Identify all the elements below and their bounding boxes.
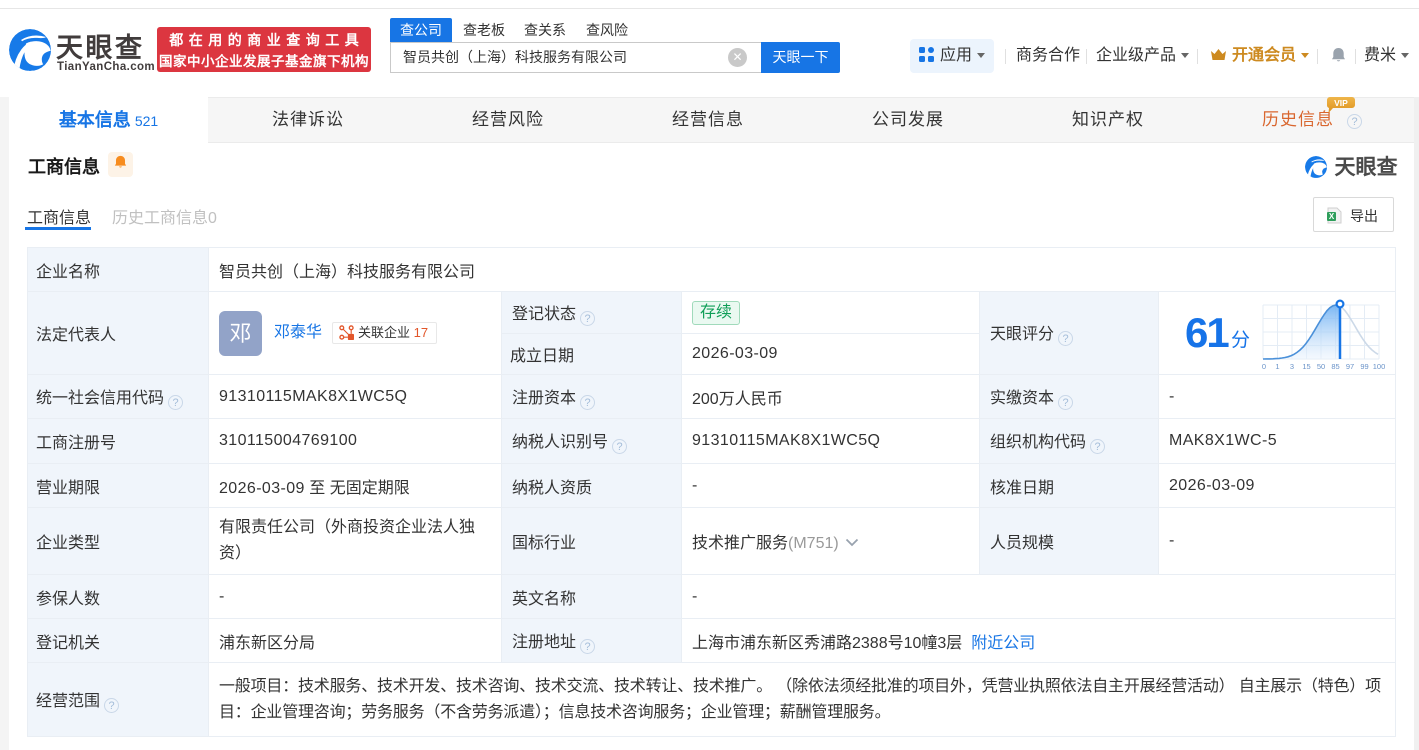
svg-text:100: 100 <box>1373 362 1386 371</box>
svg-text:X: X <box>1329 212 1335 221</box>
svg-text:97: 97 <box>1346 362 1354 371</box>
svg-text:99: 99 <box>1360 362 1368 371</box>
svg-text:50: 50 <box>1317 362 1325 371</box>
svg-text:15: 15 <box>1302 362 1310 371</box>
svg-text:VIP: VIP <box>1334 98 1348 108</box>
svg-text:1: 1 <box>1275 362 1279 371</box>
svg-text:3: 3 <box>1290 362 1294 371</box>
svg-text:85: 85 <box>1331 362 1339 371</box>
svg-text:0: 0 <box>1262 362 1266 371</box>
